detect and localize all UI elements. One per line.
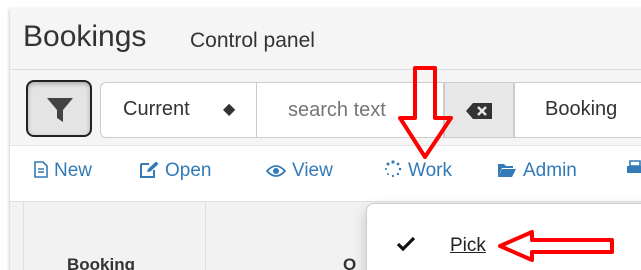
page-subtitle: Control panel: [190, 29, 315, 52]
view-button[interactable]: View: [266, 160, 333, 182]
admin-button[interactable]: Admin: [497, 160, 577, 182]
view-label: View: [292, 160, 333, 181]
work-button[interactable]: Work: [384, 160, 452, 182]
type-select[interactable]: Booking: [514, 82, 641, 138]
clear-search-button[interactable]: [444, 82, 514, 138]
edit-icon: [140, 161, 159, 178]
backspace-icon: [466, 103, 492, 119]
work-label: Work: [408, 160, 452, 181]
print-button[interactable]: [626, 160, 641, 182]
red-arrow-down-icon: [398, 66, 453, 159]
red-arrow-left-icon: [498, 230, 614, 262]
printer-icon: [627, 160, 641, 173]
status-select-value: Current: [123, 98, 190, 120]
new-label: New: [54, 160, 93, 181]
spinner-icon: [385, 160, 402, 178]
filter-button[interactable]: [26, 80, 92, 137]
open-button[interactable]: Open: [140, 160, 211, 182]
column-header-booking[interactable]: Booking: [67, 255, 135, 270]
open-label: Open: [165, 160, 212, 181]
admin-label: Admin: [523, 160, 577, 181]
eye-icon: [266, 165, 286, 177]
filter-icon: [47, 98, 73, 122]
page-title: Bookings: [23, 20, 147, 53]
file-icon: [34, 161, 48, 178]
column-header-o[interactable]: O: [343, 255, 356, 270]
new-button[interactable]: New: [34, 160, 92, 182]
folder-icon: [498, 164, 516, 177]
menu-item-pick[interactable]: Pick: [450, 235, 486, 257]
type-select-value: Booking: [545, 98, 618, 120]
sort-caret-icon: ◆: [223, 101, 236, 118]
check-icon: [396, 236, 416, 252]
status-select[interactable]: Current ◆: [100, 82, 256, 138]
